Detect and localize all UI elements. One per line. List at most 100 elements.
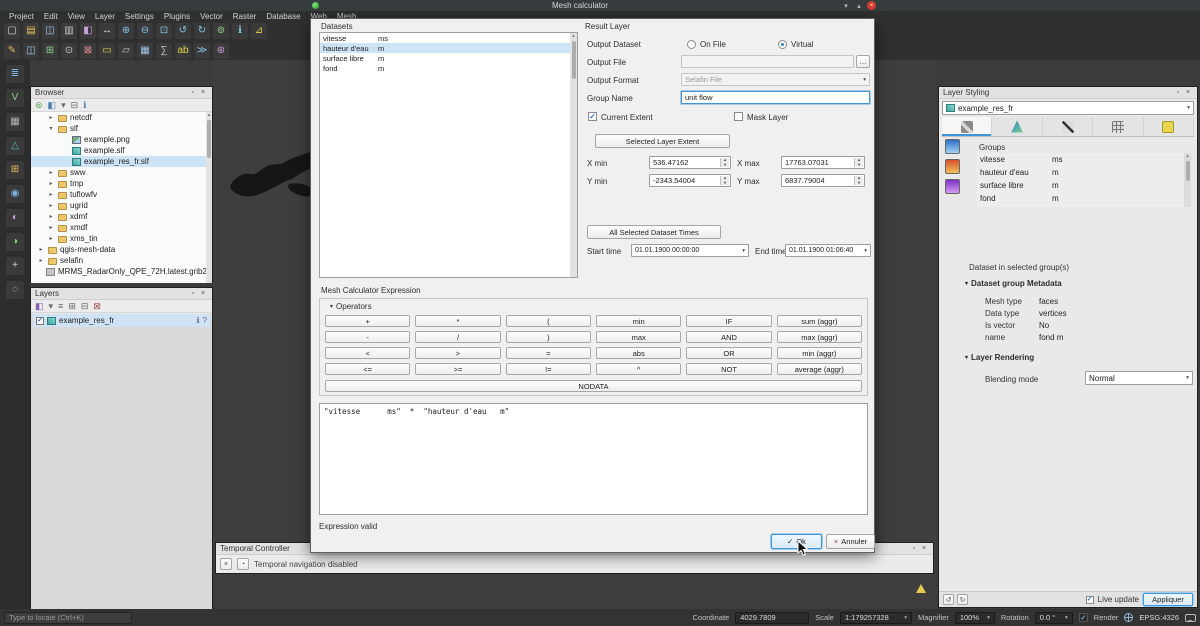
expander-icon[interactable]: ▸: [37, 246, 45, 253]
measure-icon[interactable]: ⊿: [251, 23, 267, 39]
dataset-item[interactable]: surface libre m: [320, 53, 577, 63]
save-edits-icon[interactable]: ◫: [23, 43, 39, 59]
add-raster-layer-icon[interactable]: ▦: [6, 113, 24, 131]
collapse-all-icon[interactable]: ⊟: [81, 302, 89, 311]
mask-layer-checkbox[interactable]: [734, 112, 743, 121]
spin-arrows-icon[interactable]: ▴▾: [720, 176, 729, 185]
apply-button[interactable]: Appliquer: [1143, 593, 1193, 606]
browser-tree-item[interactable]: ▾ slf: [31, 123, 212, 134]
dock-close-icon[interactable]: ×: [198, 88, 208, 97]
browser-refresh-icon[interactable]: ⊚: [35, 101, 43, 110]
operator-button[interactable]: AND: [686, 331, 771, 343]
group-item[interactable]: vitesse ms: [977, 153, 1191, 166]
nodata-button[interactable]: NODATA: [325, 380, 862, 392]
browser-properties-icon[interactable]: ℹ: [83, 101, 86, 110]
menu-item[interactable]: View: [63, 12, 90, 21]
layer-styling-icon[interactable]: ◧: [35, 302, 44, 311]
operator-button[interactable]: +: [325, 315, 410, 327]
python-console-icon[interactable]: ≫: [194, 43, 210, 59]
layer-indicator-icon[interactable]: ℹ: [197, 316, 200, 325]
group-name-input[interactable]: unit flow: [681, 91, 870, 104]
open-project-icon[interactable]: ▤: [23, 23, 39, 39]
expander-icon[interactable]: ▸: [47, 114, 55, 121]
operator-button[interactable]: *: [415, 315, 500, 327]
output-file-input[interactable]: [681, 55, 854, 68]
zoom-out-icon[interactable]: ⊖: [137, 23, 153, 39]
y-max-spinbox[interactable]: 6837.79004 ▴▾: [781, 174, 865, 187]
scroll-thumb[interactable]: [572, 41, 576, 79]
dataset-item[interactable]: fond m: [320, 63, 577, 73]
delete-selected-icon[interactable]: ⊠: [80, 43, 96, 59]
x-min-spinbox[interactable]: 536.47162 ▴▾: [649, 156, 731, 169]
menu-item[interactable]: Plugins: [159, 12, 195, 21]
expander-icon[interactable]: ▸: [47, 224, 55, 231]
render-checkbox[interactable]: ✓: [1079, 613, 1088, 622]
rendering-section-header[interactable]: ▾ Layer Rendering: [965, 353, 1034, 362]
all-selected-dataset-times-button[interactable]: All Selected Dataset Times: [587, 225, 721, 239]
selected-layer-extent-button[interactable]: Selected Layer Extent: [595, 134, 730, 148]
zoom-in-icon[interactable]: ⊕: [118, 23, 134, 39]
style-manager-icon[interactable]: ◧: [80, 23, 96, 39]
temporal-disable-button[interactable]: ×: [220, 558, 232, 570]
expander-icon[interactable]: ▸: [47, 169, 55, 176]
zoom-last-icon[interactable]: ↺: [175, 23, 191, 39]
operator-button[interactable]: /: [415, 331, 500, 343]
menu-item[interactable]: Edit: [39, 12, 63, 21]
layer-notes-icon[interactable]: ?: [203, 316, 207, 325]
browser-filter-arrow-icon[interactable]: ▾: [61, 101, 66, 110]
operator-button[interactable]: <=: [325, 363, 410, 375]
operator-button[interactable]: max: [596, 331, 681, 343]
toggle-editing-icon[interactable]: ✎: [4, 43, 20, 59]
expand-all-icon[interactable]: ⊞: [68, 302, 76, 311]
operator-button[interactable]: max (aggr): [777, 331, 862, 343]
dataset-item[interactable]: hauteur d'eau m: [320, 43, 577, 53]
locate-input[interactable]: [4, 612, 132, 624]
browser-tree-item[interactable]: ▸ selafin: [31, 255, 212, 266]
dock-close-icon[interactable]: ×: [198, 289, 208, 298]
operator-button[interactable]: min (aggr): [777, 347, 862, 359]
field-calculator-icon[interactable]: ∑: [156, 43, 172, 59]
dock-float-icon[interactable]: ▫: [188, 88, 198, 97]
live-update-label[interactable]: Live update: [1098, 595, 1139, 604]
tab-labels[interactable]: [1144, 117, 1194, 136]
data-source-manager-icon[interactable]: ≣: [6, 65, 24, 83]
operator-button[interactable]: OR: [686, 347, 771, 359]
menu-item[interactable]: Database: [261, 12, 305, 21]
browser-tree-item[interactable]: ▸ tmp: [31, 178, 212, 189]
spin-arrows-icon[interactable]: ▴▾: [854, 158, 863, 167]
browser-tree-item[interactable]: ▸ ugrid: [31, 200, 212, 211]
operator-button[interactable]: >: [415, 347, 500, 359]
operator-button[interactable]: >=: [415, 363, 500, 375]
expander-icon[interactable]: ▾: [47, 125, 55, 132]
messages-warning-icon[interactable]: [916, 584, 926, 593]
browser-tree-item[interactable]: ▸ sww: [31, 167, 212, 178]
virtual-label[interactable]: Virtual: [791, 40, 814, 49]
output-format-select[interactable]: Selafin File ▾: [681, 73, 870, 86]
operator-button[interactable]: =: [506, 347, 591, 359]
spin-arrows-icon[interactable]: ▴▾: [854, 176, 863, 185]
color-ramp-icon[interactable]: [945, 139, 960, 154]
browser-tree-item[interactable]: example_res_fr.slf: [31, 156, 212, 167]
scroll-thumb[interactable]: [1186, 161, 1190, 181]
live-update-checkbox[interactable]: ✓: [1086, 596, 1094, 604]
operator-button[interactable]: abs: [596, 347, 681, 359]
select-features-icon[interactable]: ▭: [99, 43, 115, 59]
operator-button[interactable]: sum (aggr): [777, 315, 862, 327]
dataset-item[interactable]: vitesse ms: [320, 33, 577, 43]
new-layer-icon[interactable]: +: [6, 257, 24, 275]
identify-icon[interactable]: ℹ: [232, 23, 248, 39]
browser-tree-item[interactable]: ▸ qgis-mesh-data: [31, 244, 212, 255]
add-vector-layer-icon[interactable]: V: [6, 89, 24, 107]
scroll-up-icon[interactable]: ▴: [572, 33, 575, 39]
menu-item[interactable]: Raster: [228, 12, 262, 21]
color-ramp-icon[interactable]: [945, 179, 960, 194]
tab-settings[interactable]: [942, 117, 992, 136]
magnifier-spinbox[interactable]: 100% ▾: [955, 612, 995, 624]
new-project-icon[interactable]: ▢: [4, 23, 20, 39]
browser-tree-item[interactable]: ▸ tuflowfv: [31, 189, 212, 200]
operator-button[interactable]: average (aggr): [777, 363, 862, 375]
operator-button[interactable]: !=: [506, 363, 591, 375]
add-wms-layer-icon[interactable]: ◐: [6, 209, 24, 227]
add-wfs-layer-icon[interactable]: ◑: [6, 233, 24, 251]
spin-arrows-icon[interactable]: ▴▾: [720, 158, 729, 167]
